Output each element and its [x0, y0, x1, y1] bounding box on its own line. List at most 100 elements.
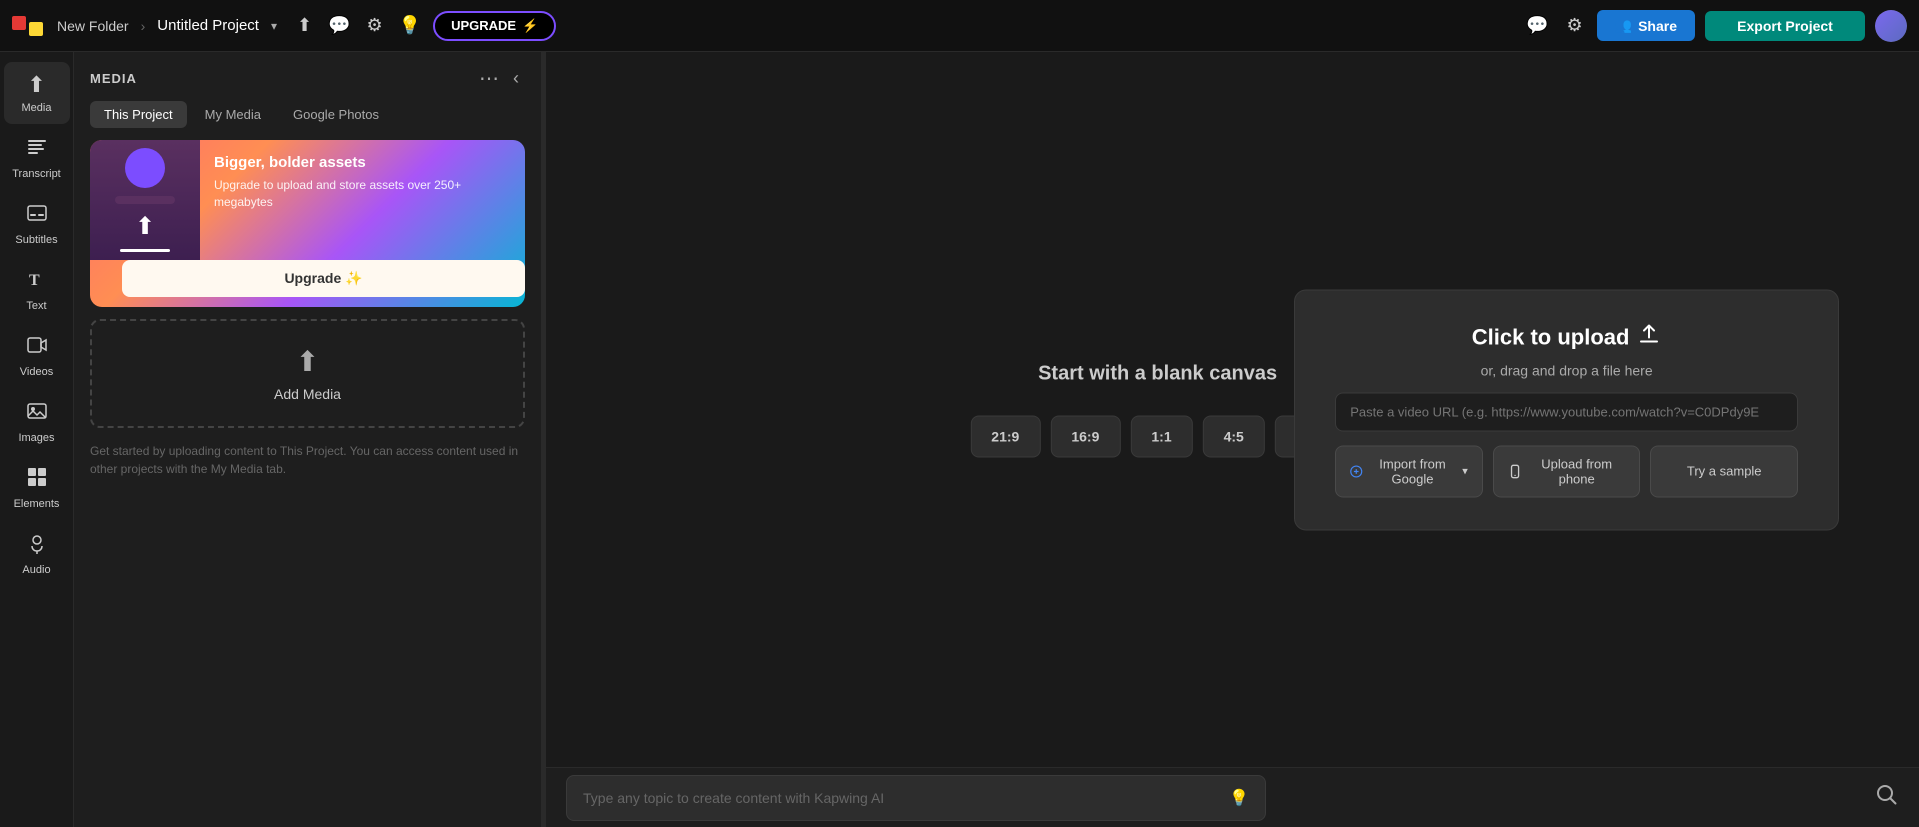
tab-google-photos[interactable]: Google Photos: [279, 101, 393, 128]
media-panel-title: MEDIA: [90, 71, 137, 86]
action-buttons: Import from Google ▾ Upload from phone T…: [1335, 445, 1798, 497]
project-title[interactable]: Untitled Project: [157, 17, 259, 34]
sidebar-item-images[interactable]: Images: [4, 390, 70, 454]
blank-canvas-title: Start with a blank canvas: [1038, 362, 1277, 385]
add-media-box[interactable]: ⬆ Add Media: [90, 319, 525, 428]
import-google-label: Import from Google: [1369, 456, 1457, 486]
media-panel: MEDIA ⋯ ‹ This Project My Media Google P…: [74, 52, 542, 827]
upgrade-card-title: Bigger, bolder assets: [214, 154, 511, 171]
topbar: New Folder › Untitled Project ▾ ⬆ 💬 ⚙ 💡 …: [0, 0, 1919, 52]
logo: [12, 16, 43, 36]
share-label: Share: [1638, 18, 1677, 34]
sidebar-elements-label: Elements: [14, 498, 60, 510]
more-options-button[interactable]: ⋯: [479, 66, 499, 91]
sidebar-item-videos[interactable]: Videos: [4, 324, 70, 388]
ai-input-placeholder: Type any topic to create content with Ka…: [583, 790, 884, 806]
bottom-bar: Type any topic to create content with Ka…: [546, 767, 1919, 827]
share-upload-icon[interactable]: ⬆: [293, 11, 316, 40]
avatar-image: [1875, 10, 1907, 42]
subtitles-icon: [26, 202, 48, 230]
ratio-btn-4-5[interactable]: 4:5: [1203, 415, 1265, 457]
url-input[interactable]: [1335, 392, 1798, 431]
avatar[interactable]: [1875, 10, 1907, 42]
elements-icon: [26, 466, 48, 494]
try-sample-button[interactable]: Try a sample: [1650, 445, 1798, 497]
ai-lightbulb-icon: 💡: [1229, 788, 1249, 808]
upgrade-card-button[interactable]: Upgrade ✨: [122, 260, 525, 297]
search-button[interactable]: [1875, 783, 1899, 813]
add-media-label: Add Media: [274, 386, 341, 402]
lightbulb-icon[interactable]: 💡: [395, 11, 425, 40]
settings-icon[interactable]: ⚙: [363, 11, 387, 40]
sidebar-item-text[interactable]: T Text: [4, 258, 70, 322]
sidebar-item-transcript[interactable]: Transcript: [4, 126, 70, 190]
ratio-btn-21-9[interactable]: 21:9: [970, 415, 1040, 457]
canvas-content: Start with a blank canvas 21:9 16:9 1:1 …: [970, 362, 1345, 457]
upload-zone-title: Click to upload: [1472, 322, 1662, 352]
import-google-button[interactable]: Import from Google ▾: [1335, 445, 1483, 497]
upload-phone-label: Upload from phone: [1528, 456, 1625, 486]
videos-icon: [26, 334, 48, 362]
media-panel-header: MEDIA ⋯ ‹: [74, 52, 541, 101]
upload-phone-button[interactable]: Upload from phone: [1493, 445, 1641, 497]
gear-btn[interactable]: ⚙: [1563, 11, 1587, 40]
ratio-btn-1-1[interactable]: 1:1: [1130, 415, 1192, 457]
ratio-buttons: 21:9 16:9 1:1 4:5 9:16: [970, 415, 1345, 457]
collapse-button[interactable]: ‹: [507, 66, 525, 91]
text-icon: T: [26, 268, 48, 296]
ai-input-area[interactable]: Type any topic to create content with Ka…: [566, 775, 1266, 821]
title-chevron-icon[interactable]: ▾: [271, 19, 277, 33]
logo-yellow: [29, 22, 43, 36]
transcript-icon: [26, 136, 48, 164]
lightning-icon: ⚡: [522, 18, 538, 34]
media-header-actions: ⋯ ‹: [479, 66, 525, 91]
export-button[interactable]: Export Project: [1705, 11, 1865, 41]
upgrade-button[interactable]: UPGRADE ⚡: [433, 11, 556, 41]
upgrade-card-desc: Upgrade to upload and store assets over …: [214, 177, 511, 211]
media-icon: ⬆: [27, 72, 45, 98]
sidebar-item-subtitles[interactable]: Subtitles: [4, 192, 70, 256]
sidebar-media-label: Media: [22, 102, 52, 114]
topbar-right: 💬 ⚙ 👥 Share Export Project: [1522, 10, 1907, 42]
upgrade-btn-container: Upgrade ✨: [90, 260, 525, 307]
folder-name[interactable]: New Folder: [57, 18, 129, 34]
logo-red: [12, 16, 26, 30]
audio-icon: [26, 532, 48, 560]
sidebar-audio-label: Audio: [22, 564, 50, 576]
export-label: Export Project: [1737, 18, 1833, 34]
comments-btn[interactable]: 💬: [1522, 11, 1552, 40]
tab-this-project[interactable]: This Project: [90, 101, 187, 128]
upload-arrow-icon: [1637, 322, 1661, 352]
media-tabs: This Project My Media Google Photos: [74, 101, 541, 128]
sidebar-images-label: Images: [18, 432, 54, 444]
topbar-actions: ⬆ 💬 ⚙ 💡: [293, 11, 425, 40]
sidebar-transcript-label: Transcript: [12, 168, 61, 180]
share-people-icon: 👥: [1615, 17, 1632, 34]
sidebar-text-label: Text: [26, 300, 46, 312]
upgrade-card-text: Bigger, bolder assets Upgrade to upload …: [200, 140, 525, 260]
ratio-btn-16-9[interactable]: 16:9: [1050, 415, 1120, 457]
breadcrumb-separator: ›: [141, 18, 146, 34]
sidebar-item-audio[interactable]: Audio: [4, 522, 70, 586]
upload-zone-subtitle: or, drag and drop a file here: [1481, 362, 1653, 378]
try-sample-label: Try a sample: [1687, 464, 1762, 479]
sidebar-subtitles-label: Subtitles: [15, 234, 57, 246]
tab-my-media[interactable]: My Media: [191, 101, 275, 128]
upgrade-card-image: ⬆: [90, 140, 200, 260]
sidebar-videos-label: Videos: [20, 366, 53, 378]
person-image: ⬆: [90, 140, 200, 260]
add-media-upload-icon: ⬆: [296, 345, 319, 378]
upgrade-card: ⬆ Bigger, bolder assets Upgrade to uploa…: [90, 140, 525, 307]
sidebar-item-media[interactable]: ⬆ Media: [4, 62, 70, 124]
icon-sidebar: ⬆ Media Transcript Subtitles T Text Vid: [0, 52, 74, 827]
upgrade-label: UPGRADE: [451, 18, 516, 33]
main-area: Start with a blank canvas 21:9 16:9 1:1 …: [546, 52, 1919, 827]
comments-icon[interactable]: 💬: [324, 11, 354, 40]
body: ⬆ Media Transcript Subtitles T Text Vid: [0, 52, 1919, 827]
upload-zone: Click to upload or, drag and drop a file…: [1294, 289, 1839, 530]
media-help-text: Get started by uploading content to This…: [74, 442, 541, 478]
sidebar-item-elements[interactable]: Elements: [4, 456, 70, 520]
share-button[interactable]: 👥 Share: [1597, 10, 1695, 41]
canvas-area: Start with a blank canvas 21:9 16:9 1:1 …: [546, 52, 1919, 767]
images-icon: [26, 400, 48, 428]
